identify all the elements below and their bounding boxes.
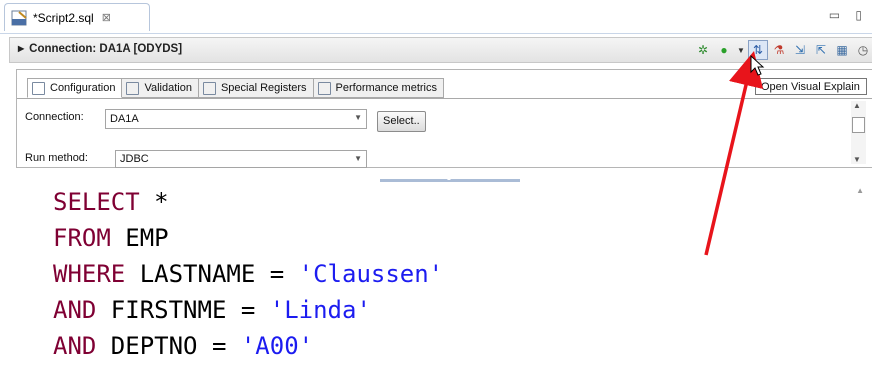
keyword: AND <box>53 296 97 324</box>
tune-icon[interactable]: ⚗ <box>770 41 788 59</box>
config-tab-bar: Configuration Validation Special Registers… <box>27 78 445 98</box>
export-icon[interactable]: ⇲ <box>791 41 809 59</box>
report-icon[interactable]: ▦ <box>833 41 851 59</box>
registers-icon <box>202 81 216 95</box>
code-line-5[interactable]: AND DEPTNO = 'A00' <box>53 328 313 364</box>
metrics-icon <box>317 81 331 95</box>
validate-icon <box>126 81 140 95</box>
scroll-thumb[interactable] <box>852 117 865 133</box>
identifier: DEPTNO = <box>96 332 241 360</box>
tab-configuration[interactable]: Configuration <box>27 78 123 98</box>
connection-combo-value: DA1A <box>110 113 139 125</box>
scroll-up-icon[interactable]: ▲ <box>853 101 861 110</box>
string-literal: 'A00' <box>240 332 314 360</box>
debug-icon[interactable]: ✲ <box>694 41 712 59</box>
import-icon[interactable]: ⇱ <box>812 41 830 59</box>
run-method-value: JDBC <box>120 153 149 165</box>
config-scrollbar[interactable]: ▲ ▼ <box>851 101 866 164</box>
editor-scroll-up-icon[interactable]: ▲ <box>856 186 864 195</box>
keyword: AND <box>53 332 97 360</box>
keyword: FROM <box>53 224 111 252</box>
config-tab-label: Validation <box>144 82 192 94</box>
code-line-3[interactable]: WHERE LASTNAME = 'Claussen' <box>53 256 443 292</box>
visual-explain-icon[interactable]: ⇅ <box>748 40 768 60</box>
window-controls[interactable]: ▭ ▯ <box>829 8 868 22</box>
sql-file-icon <box>11 10 27 25</box>
identifier: FIRSTNME = <box>96 296 270 324</box>
connection-header: ▶ Connection: DA1A [ODYDS] ✲ ● ▼ ⇅ ⚗ ⇲ ⇱ ▦ ◷ <box>9 37 872 63</box>
config-tab-label: Special Registers <box>220 82 307 94</box>
string-literal: 'Linda' <box>269 296 371 324</box>
identifier: * <box>139 188 169 216</box>
editor-tab-script2[interactable]: *Script2.sql ⊠ <box>4 3 150 31</box>
editor-tab-title: *Script2.sql <box>33 10 94 25</box>
string-literal: 'Claussen' <box>298 260 444 288</box>
code-line-2[interactable]: FROM EMP <box>53 220 169 256</box>
code-line-1[interactable]: SELECT * <box>53 184 169 220</box>
tab-performance-metrics[interactable]: Performance metrics <box>313 78 445 98</box>
config-body: Connection: DA1A ▼ Select.. Run method: … <box>17 98 872 168</box>
editor-toolbar: ✲ ● ▼ ⇅ ⚗ ⇲ ⇱ ▦ ◷ <box>691 39 872 61</box>
expand-triangle-icon[interactable]: ▶ <box>18 44 24 53</box>
run-icon[interactable]: ● <box>715 41 733 59</box>
tab-special-registers[interactable]: Special Registers <box>198 78 314 98</box>
connection-field-label: Connection: <box>25 111 84 123</box>
scroll-down-icon[interactable]: ▼ <box>853 155 861 164</box>
visual-explain-tooltip: Open Visual Explain <box>755 78 867 95</box>
panel-splitter[interactable]: ▲ <box>380 176 520 182</box>
history-icon[interactable]: ◷ <box>854 41 872 59</box>
run-method-label: Run method: <box>25 152 88 164</box>
identifier: LASTNAME = <box>125 260 299 288</box>
tab-validation[interactable]: Validation <box>122 78 199 98</box>
run-dropdown-icon[interactable]: ▼ <box>736 41 746 59</box>
connection-title[interactable]: ▶ Connection: DA1A [ODYDS] <box>18 43 182 55</box>
connection-combo[interactable]: DA1A ▼ <box>105 109 367 129</box>
keyword: WHERE <box>53 260 126 288</box>
collapse-icon[interactable]: ▲ <box>446 176 452 182</box>
identifier: EMP <box>110 224 169 252</box>
editor-tab-strip: *Script2.sql ⊠ ▭ ▯ <box>0 0 872 34</box>
sql-editor[interactable]: SELECT * FROM EMP WHERE LASTNAME = 'Clau… <box>8 184 872 381</box>
chevron-down-icon: ▼ <box>354 154 362 163</box>
config-tab-label: Configuration <box>50 82 116 94</box>
chevron-down-icon: ▼ <box>354 113 362 122</box>
select-button[interactable]: Select.. <box>377 111 426 132</box>
config-tab-label: Performance metrics <box>335 82 438 94</box>
document-icon <box>32 81 45 95</box>
configuration-panel: Configuration Validation Special Registers… <box>16 69 872 168</box>
close-tab-icon[interactable]: ⊠ <box>102 11 111 24</box>
run-method-combo[interactable]: JDBC ▼ <box>115 150 367 168</box>
connection-label: Connection: DA1A [ODYDS] <box>29 43 183 55</box>
keyword: SELECT <box>53 188 140 216</box>
code-line-4[interactable]: AND FIRSTNME = 'Linda' <box>53 292 371 328</box>
